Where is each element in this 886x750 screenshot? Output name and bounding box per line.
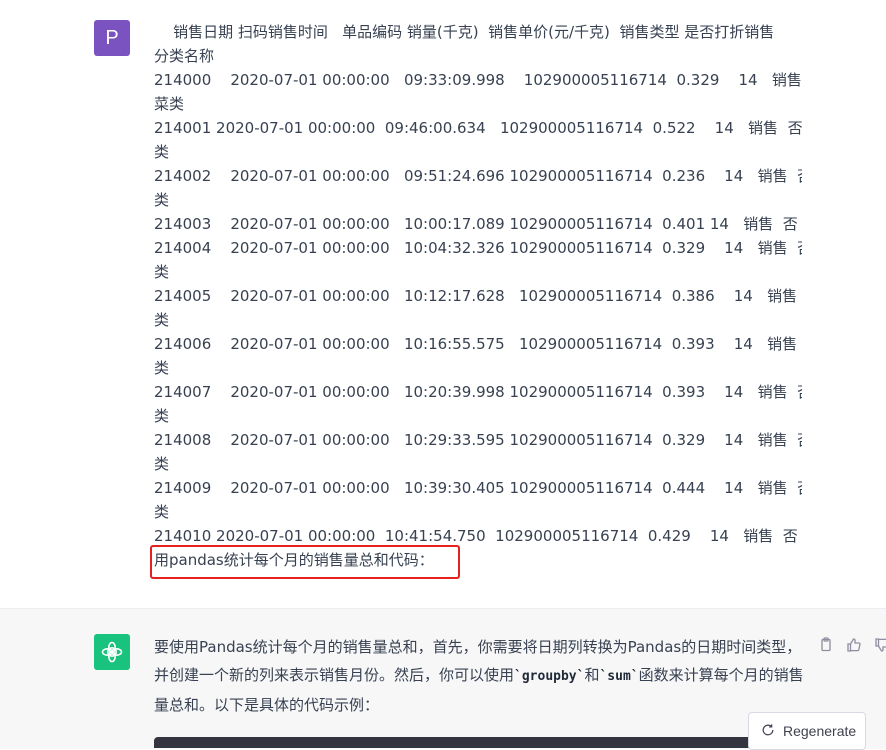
table-row: 214005 2020-07-01 00:00:00 10:12:17.628 … xyxy=(154,287,802,305)
table-row-wrap: 类 xyxy=(154,143,170,161)
refresh-icon xyxy=(761,723,775,740)
table-row: 214008 2020-07-01 00:00:00 10:29:33.595 … xyxy=(154,431,802,449)
header-line: 销售日期 扫码销售时间 单品编码 销量(千克) 销售单价(元/千克) 销售类型 … xyxy=(154,23,775,41)
table-row: 214000 2020-07-01 00:00:00 09:33:09.998 … xyxy=(154,71,802,89)
user-avatar: P xyxy=(94,20,130,56)
table-row: 214004 2020-07-01 00:00:00 10:04:32.326 … xyxy=(154,239,802,257)
regenerate-label: Regenerate xyxy=(783,723,857,739)
table-row: 214001 2020-07-01 00:00:00 09:46:00.634 … xyxy=(154,119,802,137)
highlight-annotation xyxy=(150,545,460,579)
table-row-wrap: 类 xyxy=(154,311,170,329)
table-row-wrap: 菜类 xyxy=(154,95,185,113)
inline-code-sum: `sum` xyxy=(599,669,639,684)
table-row-wrap: 类 xyxy=(154,359,170,377)
table-row-wrap: 类 xyxy=(154,407,170,425)
table-row-wrap: 类 xyxy=(154,191,170,209)
table-row-wrap: 类 xyxy=(154,263,170,281)
assistant-text: 和 xyxy=(584,666,600,684)
message-actions xyxy=(818,637,886,653)
table-row: 214009 2020-07-01 00:00:00 10:39:30.405 … xyxy=(154,479,802,497)
thumbs-up-icon[interactable] xyxy=(846,637,862,653)
table-row-wrap: 类 xyxy=(154,503,170,521)
regenerate-button[interactable]: Regenerate xyxy=(748,712,866,750)
inline-code-groupby: `groupby` xyxy=(514,669,585,684)
chatgpt-logo-icon xyxy=(94,634,130,670)
code-block-header xyxy=(154,737,752,748)
table-row: 214007 2020-07-01 00:00:00 10:20:39.998 … xyxy=(154,383,802,401)
assistant-message-text: 要使用Pandas统计每个月的销售量总和，首先，你需要将日期列转换为Pandas… xyxy=(154,633,804,719)
user-message-block: P 销售日期 扫码销售时间 单品编码 销量(千克) 销售单价(元/千克) 销售类… xyxy=(0,0,886,608)
table-row: 214003 2020-07-01 00:00:00 10:00:17.089 … xyxy=(154,215,802,233)
table-row: 214002 2020-07-01 00:00:00 09:51:24.696 … xyxy=(154,167,802,185)
header-line: 分类名称 xyxy=(154,47,215,65)
copy-icon[interactable] xyxy=(818,637,834,653)
user-message-text: 销售日期 扫码销售时间 单品编码 销量(千克) 销售单价(元/千克) 销售类型 … xyxy=(154,20,802,572)
thumbs-down-icon[interactable] xyxy=(874,637,886,653)
table-row-wrap: 类 xyxy=(154,455,170,473)
table-row: 214006 2020-07-01 00:00:00 10:16:55.575 … xyxy=(154,335,802,353)
